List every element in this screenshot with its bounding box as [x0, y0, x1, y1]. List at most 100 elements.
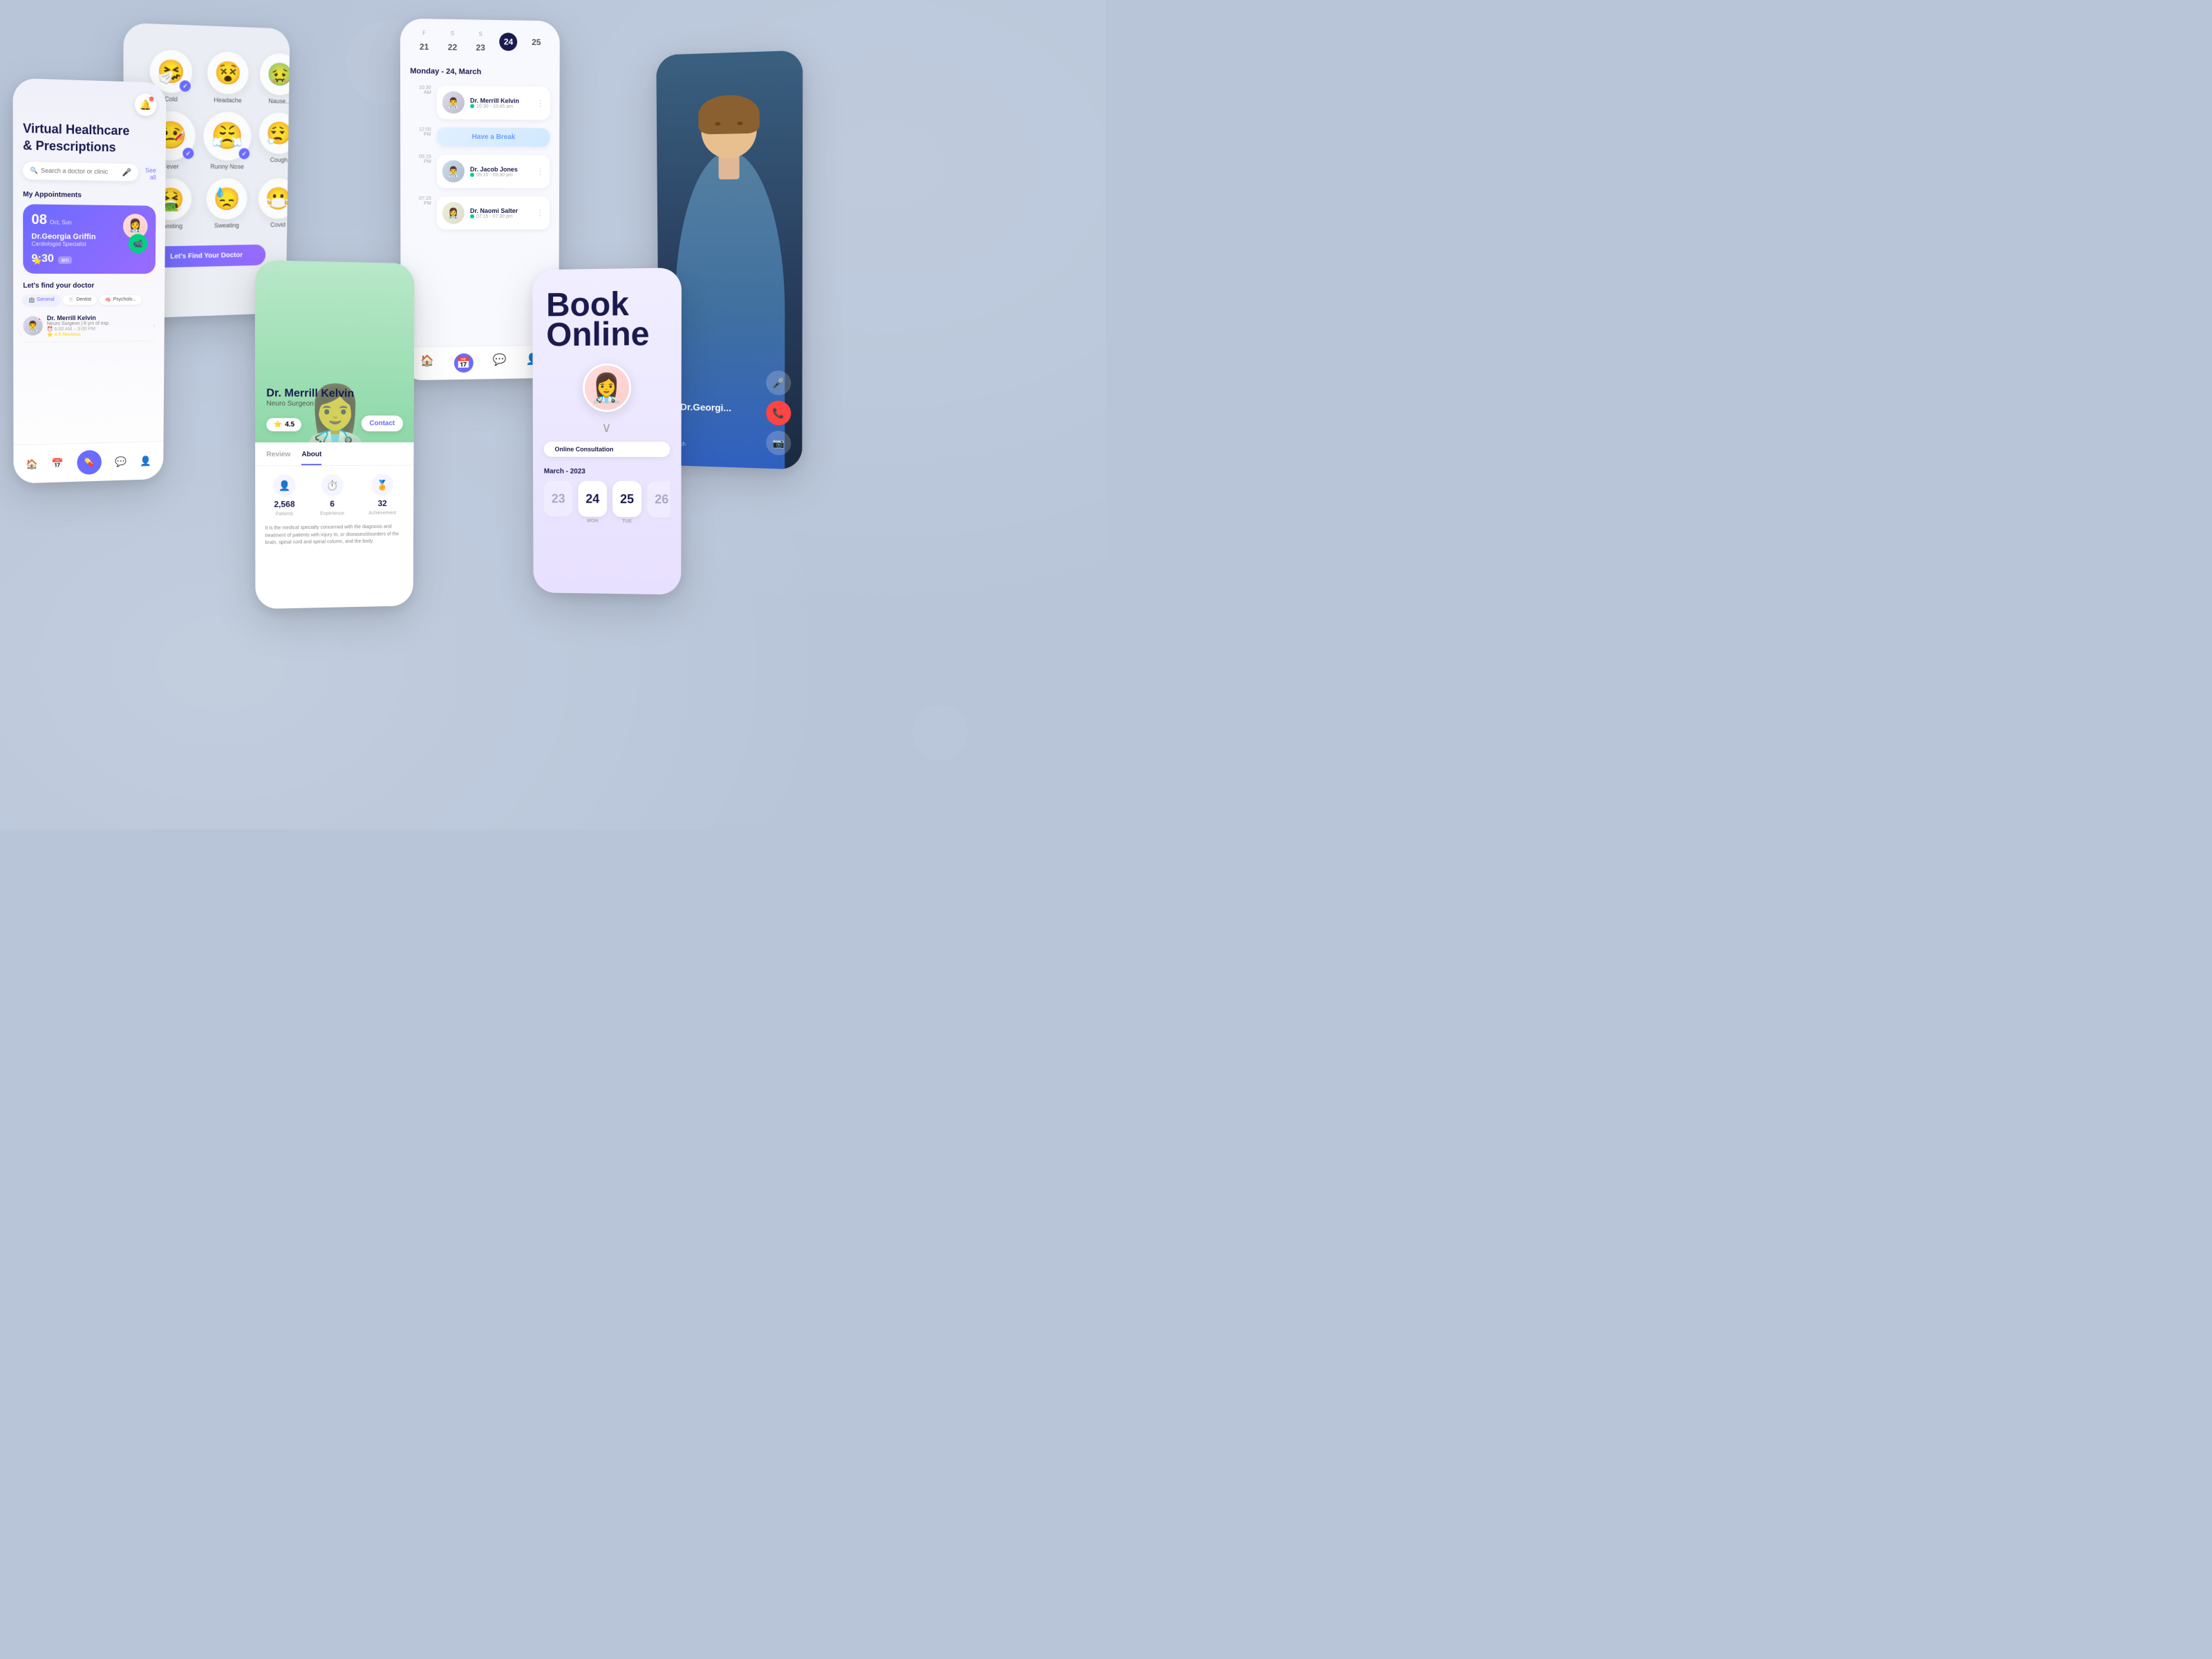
sched-nav-home[interactable]: 🏠 [420, 354, 434, 373]
mic-icon[interactable]: 🎤 [122, 167, 132, 176]
slot-menu-3[interactable]: ⋮ [536, 208, 544, 218]
schedule-header: F 21 S 22 S 23 24 25 [400, 19, 560, 69]
slot-doctor-name-1: Dr. Merrill Kelvin [470, 97, 519, 104]
online-consult-tag: Online Consultation [544, 442, 671, 457]
appointment-card[interactable]: 08 Oct, Sun Dr.Georgia Griffin Cardiolog… [23, 204, 156, 274]
symptom-runny-nose[interactable]: 😤 Runny Nose [203, 112, 252, 171]
symptom-cough[interactable]: 😮‍💨 Cough [259, 113, 290, 170]
hero-title: Virtual Healthcare [23, 121, 156, 140]
sched-nav-chat[interactable]: 💬 [493, 353, 507, 372]
slot-0515: 05:15PM 👨‍⚕️ Dr. Jacob Jones 05:15 - 05:… [400, 150, 559, 192]
cal-day-f21: F 21 [415, 30, 433, 56]
slot-0715-content: 👩‍⚕️ Dr. Naomi Salter 07:15 - 07:30 pm ⋮ [437, 196, 550, 229]
achievement-value: 32 [378, 498, 387, 508]
calendar-picker: March - 2023 23 24 MON 25 TUE 26 [533, 462, 682, 530]
doctor-hero-specialty: Neuro Surgeon [266, 400, 354, 409]
date-label-25: TUE [622, 519, 632, 524]
contact-button[interactable]: Contact [362, 415, 403, 431]
cal-day-24-active[interactable]: 24 [500, 31, 518, 57]
appointments-title: My Appointments [23, 190, 156, 200]
cal-dates: 23 24 MON 25 TUE 26 [544, 481, 670, 525]
spec-pill-psycho[interactable]: 🧠 Psycholo... [100, 294, 142, 304]
spec-dentist-label: Dentist [76, 297, 91, 302]
doctor-info: Dr. Merrill Kelvin Neuro Surgeon | 6 yrs… [47, 314, 149, 337]
sched-nav-calendar[interactable]: 📅 [454, 353, 474, 373]
mic-btn[interactable]: 🎤 [766, 371, 791, 395]
runny-nose-emoji: 😤 [203, 112, 251, 161]
doctor-bio: It is the medical specialty concerned wi… [255, 523, 413, 547]
doctor-rating-sm: ⭐ 4.5 Reviews [47, 331, 149, 337]
cal-date-24[interactable]: 24 MON [578, 481, 607, 524]
symptom-nausea[interactable]: 🤢 Nause... [259, 53, 290, 105]
video-call-btn[interactable]: 📹 [129, 234, 148, 253]
camera-btn[interactable]: 📷 [766, 431, 791, 456]
appt-block-jones[interactable]: 👨‍⚕️ Dr. Jacob Jones 05:15 - 05:30 pm ⋮ [437, 155, 550, 188]
online-dot-1 [470, 104, 474, 108]
stat-achievement: 🏅 32 Achievement [368, 474, 396, 516]
consult-label: Online Consultation [555, 446, 614, 453]
specialty-pills: 🏥 General 🦷 Dentist 🧠 Psycholo... [23, 294, 155, 304]
video-doc-name-text: Dr.Georgi... [680, 402, 731, 413]
doctor-avatar-sm: 👨‍⚕️ [23, 316, 42, 335]
search-input[interactable] [41, 167, 122, 176]
appt-block-salter[interactable]: 👩‍⚕️ Dr. Naomi Salter 07:15 - 07:30 pm ⋮ [437, 196, 550, 229]
nav-chat-icon[interactable]: 💬 [115, 456, 126, 467]
appt-block-info: Dr. Merrill Kelvin 10:30 - 10:45 am [470, 97, 519, 109]
doctor-list-item[interactable]: 👨‍⚕️ Dr. Merrill Kelvin Neuro Surgeon | … [23, 310, 155, 342]
date-label-24: MON [587, 519, 598, 524]
symptom-headache[interactable]: 😵 Headache [204, 51, 252, 104]
spec-psycho-label: Psycholo... [113, 297, 136, 302]
video-controls: 🎤 📞 📷 [766, 371, 791, 456]
find-doctor-title: Let's find your doctor [23, 282, 155, 290]
cough-emoji: 😮‍💨 [259, 113, 290, 154]
slot-menu-2[interactable]: ⋮ [536, 167, 545, 176]
doctor-stats: 👤 2,568 Patients ⏱️ 6 Experience 🏅 32 Ac… [255, 466, 413, 525]
headache-label: Headache [214, 97, 242, 104]
chevron-right-icon: › [153, 322, 156, 328]
cal-date-26[interactable]: 26 [647, 482, 670, 525]
tab-review[interactable]: Review [266, 451, 290, 465]
calendar-month: March - 2023 [544, 468, 671, 476]
slot-1200: 12:00PM Have a Break [400, 123, 559, 151]
search-container[interactable]: 🔍 🎤 [23, 162, 138, 181]
see-all-link[interactable]: See all [142, 167, 156, 180]
card-book-online: BookOnline 👩‍⚕️ ∨ Online Consultation Ma… [532, 268, 682, 594]
calendar-nav: F 21 S 22 S 23 24 25 [410, 30, 550, 57]
nav-calendar-icon[interactable]: 📅 [52, 458, 64, 469]
patients-label: Patients [276, 512, 294, 516]
cal-date-23[interactable]: 23 [544, 481, 573, 524]
symptom-sweating[interactable]: 😓 Sweating [203, 178, 250, 229]
book-doctor-avatar: 👩‍⚕️ [582, 364, 630, 412]
notification-icon[interactable]: 🔔 [135, 93, 157, 116]
appt-rating: ⭐ [33, 254, 42, 266]
symptom-covid[interactable]: 😷 Covid [258, 178, 290, 229]
cal-day-s23: S 23 [471, 31, 489, 57]
nav-home-icon[interactable]: 🏠 [26, 458, 38, 470]
spec-pill-general[interactable]: 🏥 General [23, 295, 59, 305]
time-1200: 12:00PM [410, 127, 431, 146]
end-call-btn[interactable]: 📞 [766, 400, 791, 425]
cal-date-25[interactable]: 25 TUE [612, 481, 641, 524]
slot-1200-content: Have a Break [437, 127, 550, 147]
slot-0515-content: 👨‍⚕️ Dr. Jacob Jones 05:15 - 05:30 pm ⋮ [437, 155, 550, 188]
doctor-tabs: Review About [255, 442, 413, 466]
slot-range-text-3: 07:15 - 07:30 pm [476, 214, 513, 218]
nav-profile-icon[interactable]: 👤 [140, 455, 151, 467]
appt-block-info-2: Dr. Jacob Jones 05:15 - 05:30 pm [470, 165, 518, 177]
achievement-label: Achievement [368, 511, 396, 516]
nav-pill-icon[interactable]: 💊 [77, 450, 102, 475]
bottom-nav: 🏠 📅 💊 💬 👤 [14, 441, 164, 484]
appt-block-kelvin[interactable]: 👨‍⚕️ Dr. Merrill Kelvin 10:30 - 10:45 am… [437, 86, 550, 120]
slot-menu-1[interactable]: ⋮ [536, 98, 545, 108]
appt-time-period: am [58, 256, 71, 263]
covid-emoji: 😷 [258, 178, 290, 219]
slot-doctor-name-3: Dr. Naomi Salter [470, 207, 518, 214]
slot-doctor-name-2: Dr. Jacob Jones [470, 165, 518, 172]
nausea-label: Nause... [268, 97, 290, 105]
tab-about[interactable]: About [301, 451, 321, 465]
expand-icon[interactable]: ∨ [533, 419, 682, 436]
sweating-label: Sweating [214, 222, 239, 229]
break-block: Have a Break [437, 127, 550, 147]
patients-icon: 👤 [273, 474, 295, 496]
spec-pill-dentist[interactable]: 🦷 Dentist [63, 295, 97, 305]
